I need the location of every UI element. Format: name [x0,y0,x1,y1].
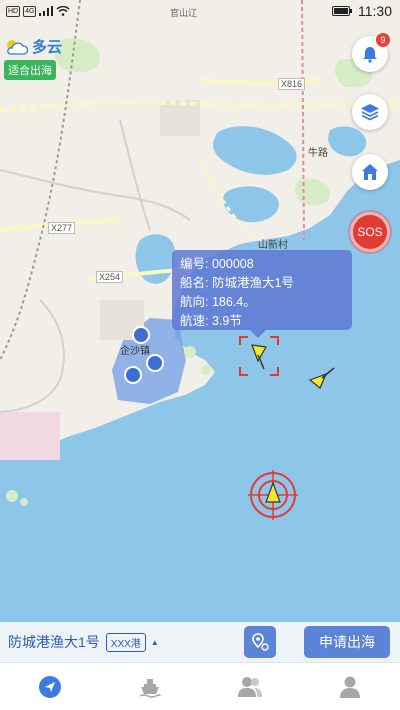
vessel-info-popup: 编号: 000008 船名: 防城港渔大1号 航向: 186.4。 航速: 3.… [172,250,352,338]
layers-icon [361,104,379,121]
status-icons: HD 4G [6,5,70,17]
road-label-x254: X254 [96,271,124,283]
home-button[interactable] [352,154,388,190]
apply-sailing-button[interactable]: 申请出海 [304,626,390,658]
bell-icon [363,47,377,63]
ship-icon [139,678,161,698]
place-label-qisha: 企沙镇 [120,346,150,357]
partly-cloudy-icon [7,39,28,55]
popup-row-heading: 航向: 186.4。 [180,295,256,309]
popup-row-name: 船名: 防城港渔大1号 [180,276,294,290]
layers-button[interactable] [352,94,388,130]
notification-button[interactable]: 9 [352,33,390,72]
sailing-advice-badge: 适合出海 [4,60,56,80]
battery-icon [332,6,352,16]
network-badge: HD [6,5,21,17]
popup-row-id: 编号: 000008 [180,257,254,271]
expand-caret-icon[interactable]: ▲ [151,638,159,647]
contacts-icon [238,676,262,697]
sos-button[interactable]: SOS [350,212,390,252]
vessel-id: 000008 [211,257,254,271]
road-label-x816: X816 [278,78,306,90]
status-time: 11:30 [358,3,392,19]
navigation-icon [39,675,61,698]
current-vessel-name[interactable]: 防城港渔大1号 [8,632,100,652]
tracked-vessel-icon[interactable] [248,470,298,520]
map-pin-icon [252,633,269,651]
status-right: 11:30 [332,3,392,19]
tab-profile[interactable] [300,663,400,710]
vessel-heading: 186.4。 [211,295,256,309]
wifi-icon [56,6,70,16]
network-badge: 4G [23,5,37,17]
road-label-x277: X277 [48,222,76,234]
selected-vessel-icon[interactable] [238,335,280,377]
popup-row-speed: 航速: 3.9节 [180,314,242,328]
port-tag: XXX港 [105,632,146,652]
tab-ship[interactable] [100,663,200,710]
vessel-icon[interactable] [308,364,336,390]
bottom-tab-bar [0,662,400,710]
vessel-speed: 3.9节 [211,314,242,328]
weather-widget[interactable]: 多云 适合出海 [4,36,62,80]
port-marker-icon[interactable] [124,366,142,384]
status-bar: HD 4G 11:30 [0,0,400,22]
tab-contacts[interactable] [200,663,300,710]
profile-icon [340,676,360,698]
port-marker-icon[interactable] [132,326,150,344]
tab-navigation[interactable] [0,663,100,710]
home-icon [362,164,378,180]
weather-condition: 多云 [32,39,63,56]
vessel-name-value: 防城港渔大1号 [211,276,294,290]
place-label-niulu: 牛路 [308,148,328,159]
notification-count-badge: 9 [376,33,390,47]
locate-button[interactable] [244,626,276,658]
signal-icon [39,6,54,16]
port-marker-icon[interactable] [146,354,164,372]
place-label-shanxincun: 山新村 [258,240,288,251]
district-area [0,412,60,460]
